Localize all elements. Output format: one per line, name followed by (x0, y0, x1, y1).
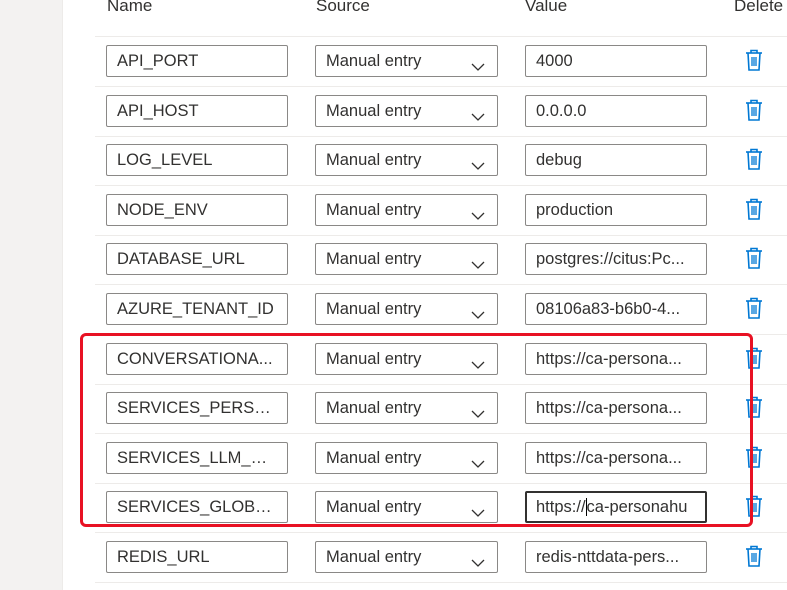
variable-name-input[interactable]: AZURE_TENANT_ID (106, 293, 288, 325)
source-dropdown-label: Manual entry (326, 250, 422, 269)
chevron-down-icon (471, 550, 485, 567)
chevron-down-icon (471, 302, 485, 319)
table-row: LOG_LEVEL Manual entry debug (95, 136, 787, 187)
table-row: API_HOST Manual entry 0.0.0.0 (95, 87, 787, 137)
variable-value-input[interactable]: 08106a83-b6b0-4... (525, 293, 707, 325)
source-dropdown[interactable]: Manual entry (315, 45, 498, 77)
source-dropdown[interactable]: Manual entry (315, 144, 498, 177)
trash-icon[interactable] (741, 146, 767, 172)
variable-name-input[interactable]: API_PORT (106, 45, 288, 77)
trash-icon[interactable] (741, 196, 767, 222)
chevron-down-icon (471, 54, 485, 71)
source-dropdown-label: Manual entry (326, 548, 422, 566)
source-dropdown-label: Manual entry (326, 101, 422, 120)
source-dropdown-label: Manual entry (326, 300, 422, 318)
source-dropdown-label: Manual entry (326, 200, 422, 219)
source-dropdown[interactable]: Manual entry (315, 94, 498, 127)
column-header-name: Name (107, 0, 153, 15)
table-row: AZURE_TENANT_ID Manual entry 08106a83-b6b0… (95, 285, 787, 335)
table-row: NODE_ENV Manual entry production (95, 186, 787, 236)
variable-name-input[interactable]: NODE_ENV (106, 193, 288, 226)
chevron-down-icon (471, 252, 485, 270)
trash-icon[interactable] (741, 47, 767, 73)
source-dropdown[interactable]: Manual entry (315, 541, 498, 573)
variable-name-input[interactable]: DATABASE_URL (106, 243, 288, 276)
table-row: API_PORT Manual entry 4000 (95, 37, 787, 87)
variable-name-input[interactable]: REDIS_URL (106, 541, 288, 573)
table-row: DATABASE_URL Manual entry postgres://citus… (95, 235, 787, 286)
variable-value-input[interactable]: 0.0.0.0 (525, 94, 707, 127)
variable-name-input[interactable]: LOG_LEVEL (106, 144, 288, 177)
trash-icon[interactable] (741, 295, 767, 321)
column-header-delete: Delete (734, 0, 784, 15)
source-dropdown[interactable]: Manual entry (315, 293, 498, 325)
source-dropdown-label: Manual entry (326, 151, 422, 170)
source-dropdown[interactable]: Manual entry (315, 243, 498, 276)
variable-value-input[interactable]: 4000 (525, 45, 707, 77)
variable-value-input[interactable]: redis-nttdata-pers... (525, 541, 707, 573)
column-header-source: Source (316, 0, 370, 15)
table-row: REDIS_URL Manual entry redis-nttdata-pers.… (95, 533, 787, 583)
left-panel (0, 0, 63, 590)
highlight-annotation (80, 333, 753, 527)
column-header-value: Value (525, 0, 568, 15)
trash-icon[interactable] (741, 543, 767, 569)
trash-icon[interactable] (741, 97, 767, 123)
chevron-down-icon (471, 153, 485, 171)
variable-name-input[interactable]: API_HOST (106, 94, 288, 127)
source-dropdown-label: Manual entry (326, 52, 422, 70)
trash-icon[interactable] (741, 245, 767, 271)
variable-value-input[interactable]: postgres://citus:Pc... (525, 243, 707, 276)
variable-value-input[interactable]: production (525, 193, 707, 226)
source-dropdown[interactable]: Manual entry (315, 193, 498, 226)
variable-value-input[interactable]: debug (525, 144, 707, 177)
chevron-down-icon (471, 203, 485, 220)
chevron-down-icon (471, 104, 485, 121)
